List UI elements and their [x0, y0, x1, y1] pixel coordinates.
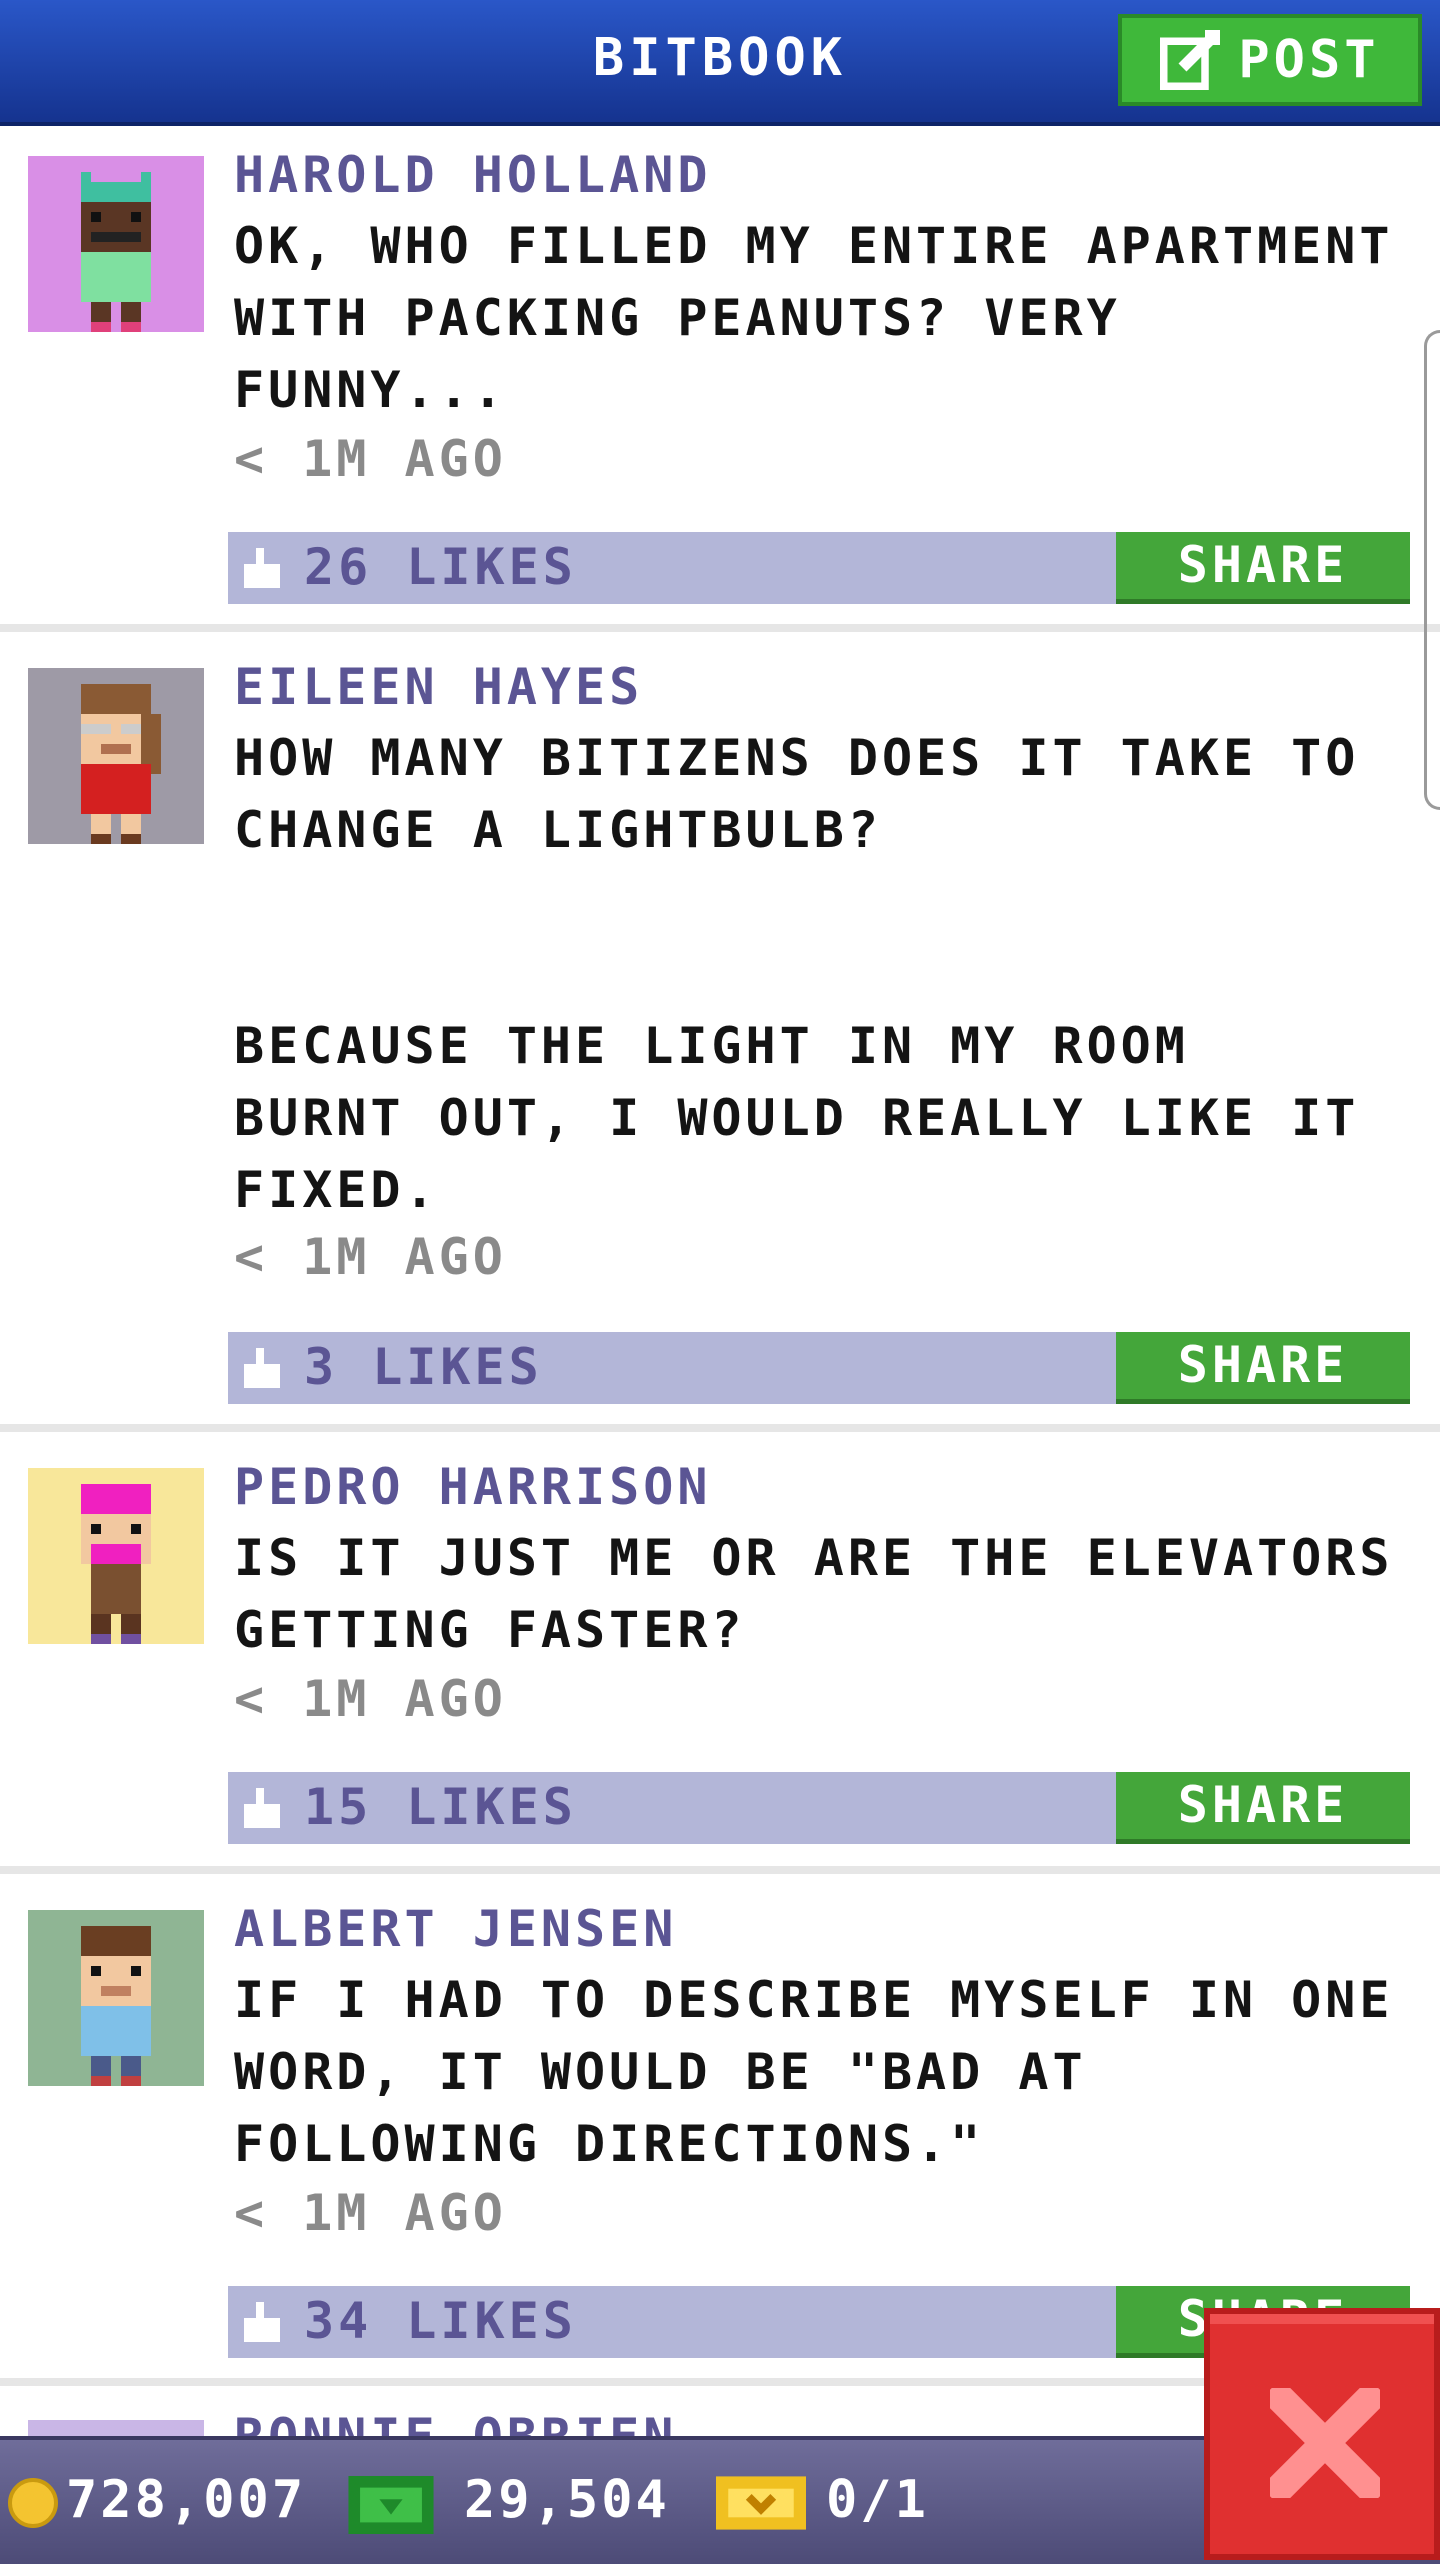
avatar[interactable] [28, 156, 204, 332]
avatar[interactable] [28, 1468, 204, 1644]
post-divider [0, 1866, 1440, 1874]
close-button[interactable] [1204, 2308, 1440, 2560]
share-button[interactable]: SHARE [1116, 1772, 1410, 1844]
thumbs-up-icon[interactable] [244, 1348, 280, 1388]
coin-count: 728,007 [66, 2470, 307, 2530]
post-time: < 1M AGO [234, 1670, 507, 1728]
post-button-label: POST [1238, 30, 1380, 90]
like-count: 34 LIKES [304, 2292, 577, 2350]
like-bar: 15 LIKES SHARE [228, 1772, 1410, 1844]
top-bar: BITBOOK POST [0, 0, 1440, 126]
post-time: < 1M AGO [234, 2184, 507, 2242]
avatar[interactable] [28, 2420, 204, 2436]
post-time: < 1M AGO [234, 430, 507, 488]
post-author[interactable]: HAROLD HOLLAND [234, 146, 711, 204]
post-divider [0, 624, 1440, 632]
post-author[interactable]: RONNIE OBRIEN [234, 2408, 677, 2436]
post-text: IF I HAD TO DESCRIBE MYSELF IN ONE WORD,… [234, 1971, 1394, 2173]
like-count: 3 LIKES [304, 1338, 543, 1396]
like-count: 26 LIKES [304, 538, 577, 596]
avatar-figure [81, 1484, 151, 1644]
thumbs-up-icon[interactable] [244, 1788, 280, 1828]
like-bar: 26 LIKES SHARE [228, 532, 1410, 604]
post-time: < 1M AGO [234, 1228, 507, 1286]
feed-list[interactable]: HAROLD HOLLAND OK, WHO FILLED MY ENTIRE … [0, 126, 1440, 2436]
edit-icon [1160, 30, 1221, 90]
bux-count: 29,504 [464, 2470, 670, 2530]
post-author[interactable]: EILEEN HAYES [234, 658, 643, 716]
post-author[interactable]: ALBERT JENSEN [234, 1900, 677, 1958]
avatar-figure [81, 172, 151, 332]
avatar-figure [81, 684, 161, 844]
coin-icon [8, 2478, 58, 2528]
avatar[interactable] [28, 1910, 204, 2086]
avatar[interactable] [28, 668, 204, 844]
post-text: OK, WHO FILLED MY ENTIRE APARTMENT WITH … [234, 217, 1394, 419]
thumbs-up-icon[interactable] [244, 2302, 280, 2342]
like-count: 15 LIKES [304, 1778, 577, 1836]
bux-icon [348, 2476, 434, 2534]
post-text: HOW MANY BITIZENS DOES IT TAKE TO CHANGE… [234, 729, 1360, 1219]
ticket-count: 0/1 [826, 2470, 929, 2530]
thumbs-up-icon[interactable] [244, 548, 280, 588]
post-text: IS IT JUST ME OR ARE THE ELEVATORS GETTI… [234, 1529, 1394, 1659]
ticket-icon [716, 2476, 806, 2530]
share-button[interactable]: SHARE [1116, 532, 1410, 604]
post-divider [0, 1424, 1440, 1432]
like-bar: 3 LIKES SHARE [228, 1332, 1410, 1404]
close-icon [1270, 2388, 1380, 2498]
post-button[interactable]: POST [1118, 14, 1422, 106]
share-button[interactable]: SHARE [1116, 1332, 1410, 1404]
avatar-figure [81, 1926, 151, 2086]
post-author[interactable]: PEDRO HARRISON [234, 1458, 711, 1516]
scroll-indicator[interactable] [1424, 330, 1440, 810]
